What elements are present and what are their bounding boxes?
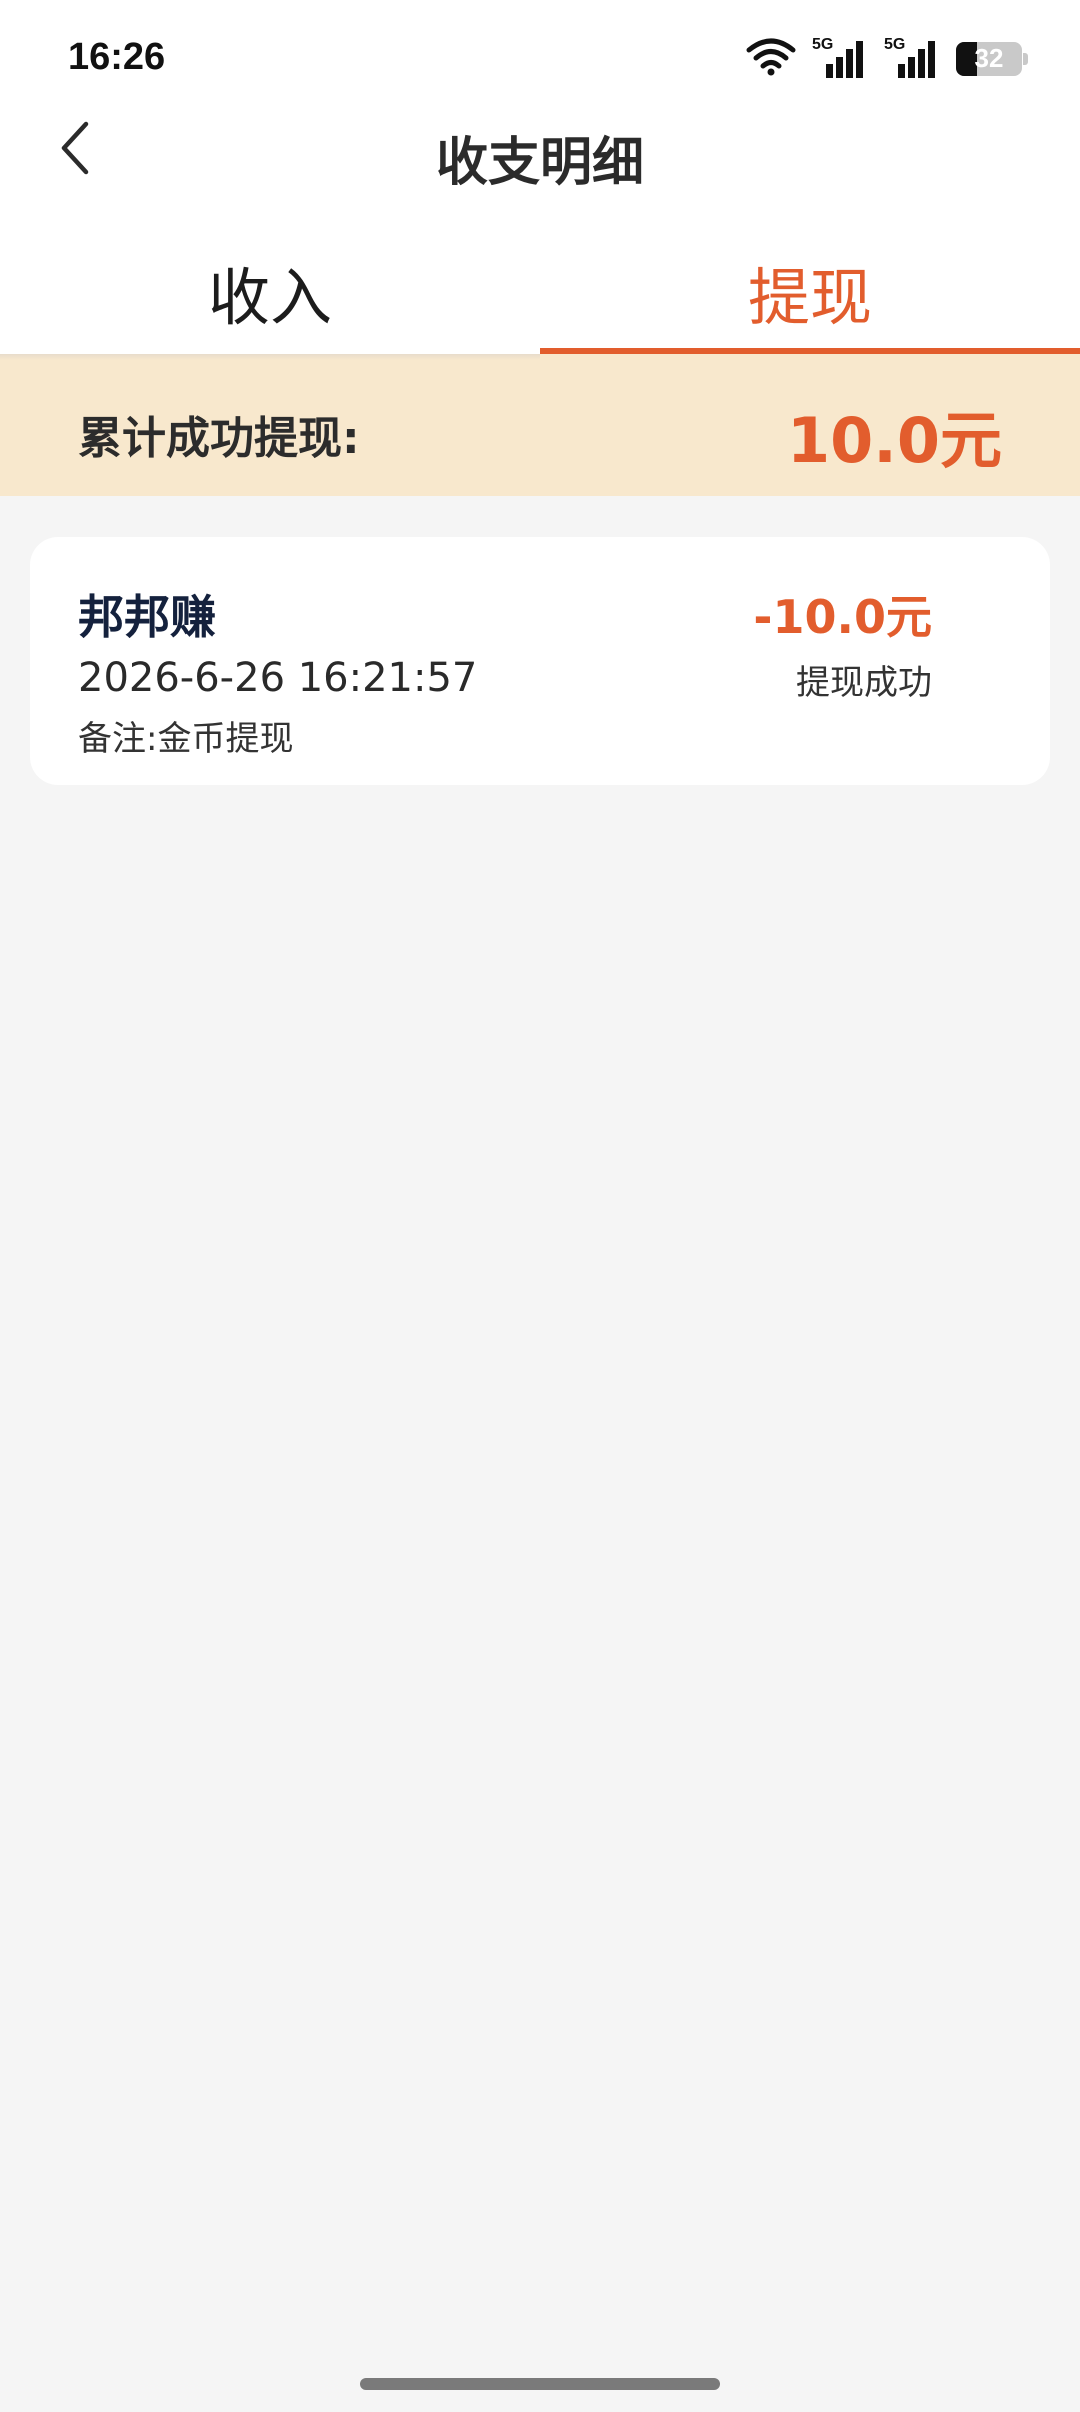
home-indicator[interactable] xyxy=(360,2378,720,2390)
status-icons: 5G 5G 32 xyxy=(746,36,1028,80)
summary-amount: 10.0元 xyxy=(787,404,1002,477)
list-item[interactable]: 邦邦赚 2026-6-26 16:21:57 备注:金币提现 -10.0元 提现… xyxy=(30,537,1050,785)
signal-icon: 5G xyxy=(812,36,868,80)
nav-bar: 收支明细 xyxy=(0,110,1080,230)
status-time: 16:26 xyxy=(68,36,166,78)
battery-icon: 32 xyxy=(956,42,1028,76)
tab-bar: 收入 提现 xyxy=(0,230,1080,354)
battery-cap xyxy=(1023,53,1028,65)
tab-shadow xyxy=(0,354,540,360)
status-bar: 16:26 5G 5G 32 xyxy=(0,0,1080,110)
record-status: 提现成功 xyxy=(796,663,932,703)
tab-income[interactable]: 收入 xyxy=(0,230,540,354)
page-title: 收支明细 xyxy=(435,133,644,193)
record-amount: -10.0元 xyxy=(753,590,932,644)
signal-icon: 5G xyxy=(884,36,940,80)
withdraw-summary-banner: 累计成功提现: 10.0元 xyxy=(0,354,1080,496)
record-time: 2026-6-26 16:21:57 xyxy=(78,655,478,701)
tab-withdraw[interactable]: 提现 xyxy=(540,230,1080,354)
record-name: 邦邦赚 xyxy=(78,590,216,644)
record-note: 备注:金币提现 xyxy=(78,719,294,759)
battery-level: 32 xyxy=(974,43,1004,73)
wifi-icon xyxy=(746,36,796,80)
summary-label: 累计成功提现: xyxy=(78,413,360,464)
